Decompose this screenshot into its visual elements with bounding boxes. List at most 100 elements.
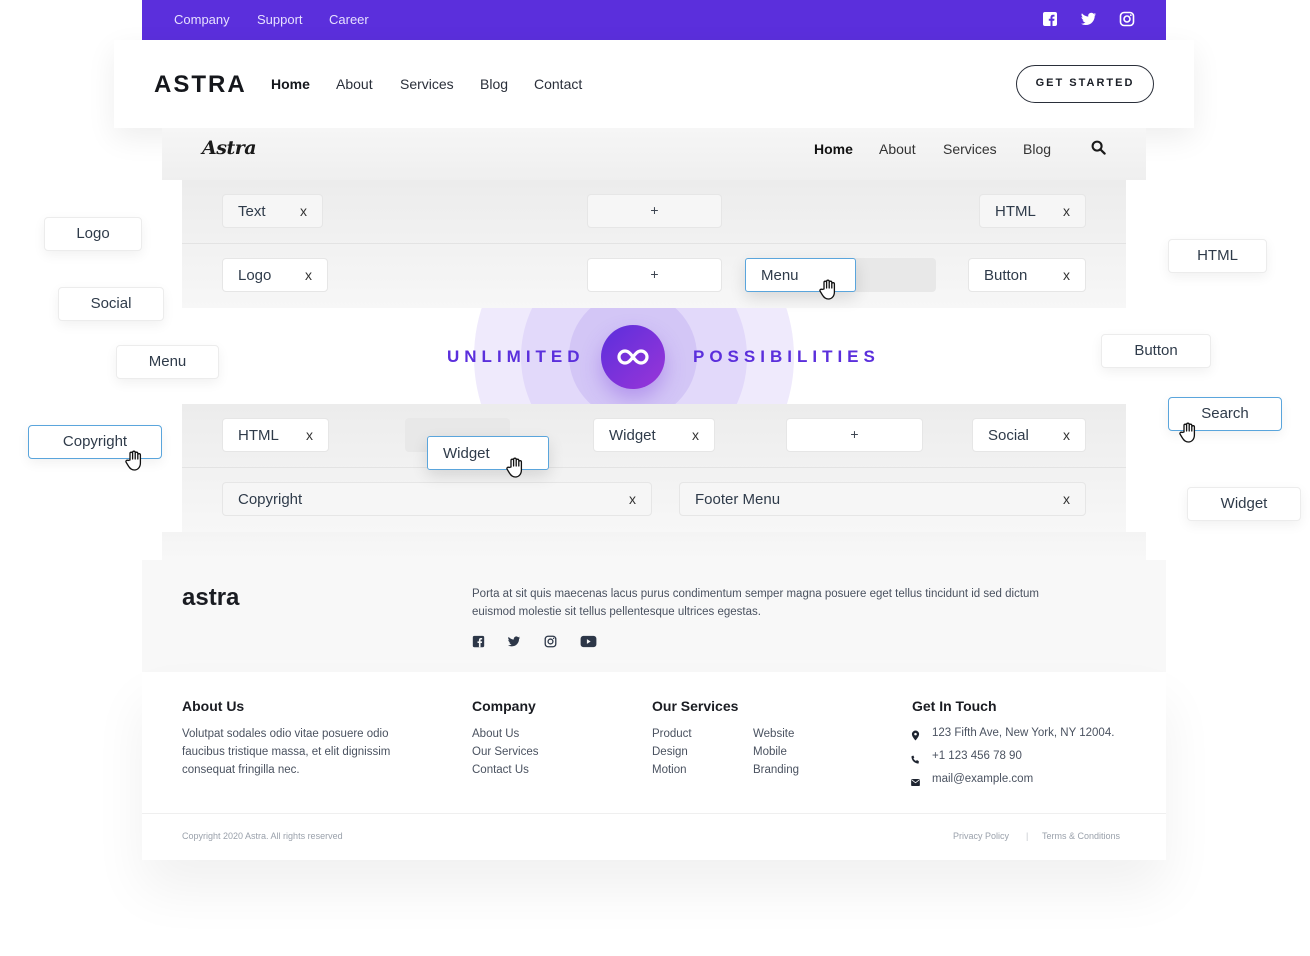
- unlimited-text: UNLIMITED: [447, 347, 585, 366]
- terms-link[interactable]: Terms & Conditions: [1042, 831, 1120, 841]
- about-heading: About Us: [182, 698, 245, 714]
- remove-icon[interactable]: x: [305, 267, 312, 283]
- facebook-icon[interactable]: [472, 635, 486, 649]
- service-link-website[interactable]: Website: [753, 725, 794, 743]
- builder-item-copyright[interactable]: Copyright x: [222, 482, 652, 516]
- row-divider: [182, 243, 1126, 244]
- footer-top: astra Porta at sit quis maecenas lacus p…: [142, 560, 1166, 672]
- add-item-button[interactable]: +: [786, 418, 923, 452]
- remove-icon[interactable]: x: [1063, 427, 1070, 443]
- service-link-product[interactable]: Product: [652, 725, 692, 743]
- facebook-icon[interactable]: [1042, 11, 1058, 27]
- plus-icon: +: [650, 202, 659, 218]
- remove-icon[interactable]: x: [1063, 203, 1070, 219]
- about-text: Volutpat sodales odio vitae posuere odio…: [182, 728, 391, 776]
- get-started-button[interactable]: GET STARTED: [1016, 65, 1154, 103]
- topbar-link-career[interactable]: Career: [329, 12, 369, 27]
- privacy-policy-link[interactable]: Privacy Policy: [953, 831, 1009, 841]
- phone-icon: [911, 751, 921, 764]
- possibilities-text: POSSIBILITIES: [693, 347, 880, 366]
- dragging-item-menu[interactable]: Menu: [745, 258, 856, 292]
- remove-icon[interactable]: x: [306, 427, 313, 443]
- floating-tag-logo[interactable]: Logo: [44, 217, 142, 251]
- service-link-motion[interactable]: Motion: [652, 761, 687, 779]
- header-builder-zone: Text x + HTML x Logo x + Menu Button x: [182, 180, 1126, 308]
- script-logo[interactable]: Astra: [202, 137, 257, 159]
- hand-cursor-icon: [124, 450, 144, 472]
- main-header: ASTRA Home About Services Blog Contact G…: [114, 40, 1194, 128]
- floating-tag-button[interactable]: Button: [1101, 334, 1211, 368]
- nav-services[interactable]: Services: [400, 76, 454, 92]
- remove-icon[interactable]: x: [1063, 267, 1070, 283]
- builder-item-html[interactable]: HTML x: [979, 194, 1086, 228]
- link-separator: |: [1026, 831, 1029, 841]
- footer-link-about-us[interactable]: About Us: [472, 725, 519, 743]
- hand-cursor-icon: [505, 457, 525, 479]
- topbar-link-support[interactable]: Support: [257, 12, 303, 27]
- add-item-button[interactable]: +: [587, 258, 722, 292]
- instagram-icon[interactable]: [544, 635, 558, 649]
- dragging-item-widget[interactable]: Widget: [427, 436, 549, 470]
- contact-address: 123 Fifth Ave, New York, NY 12004.: [932, 727, 1115, 739]
- site-logo[interactable]: ASTRA: [154, 71, 247, 99]
- plus-icon: +: [650, 266, 659, 282]
- remove-icon[interactable]: x: [1063, 491, 1070, 507]
- footer-logo[interactable]: astra: [182, 584, 239, 612]
- nav-about[interactable]: About: [336, 76, 373, 92]
- map-pin-icon: [911, 728, 921, 741]
- envelope-icon: [911, 773, 921, 786]
- footer-main: About Us Volutpat sodales odio vitae pos…: [142, 672, 1166, 860]
- builder-item-widget[interactable]: Widget x: [593, 418, 715, 452]
- search-icon[interactable]: [1091, 140, 1107, 156]
- plus-icon: +: [850, 426, 859, 442]
- twitter-icon[interactable]: [507, 635, 521, 649]
- footer-builder-zone: HTML x Widget x + Social x Copyright x F…: [182, 404, 1126, 532]
- copyright-text: Copyright 2020 Astra. All rights reserve…: [182, 831, 343, 841]
- floating-tag-social[interactable]: Social: [58, 287, 164, 321]
- floating-tag-menu[interactable]: Menu: [116, 345, 219, 379]
- hand-cursor-icon: [818, 279, 838, 301]
- contact-heading: Get In Touch: [912, 698, 997, 714]
- contact-email[interactable]: mail@example.com: [932, 770, 1033, 788]
- remove-icon[interactable]: x: [692, 427, 699, 443]
- footer-description: Porta at sit quis maecenas lacus purus c…: [472, 588, 1039, 618]
- company-heading: Company: [472, 698, 536, 714]
- builder-item-text[interactable]: Text x: [222, 194, 323, 228]
- infinity-badge: [601, 325, 665, 389]
- builder-item-logo[interactable]: Logo x: [222, 258, 328, 292]
- topbar-link-company[interactable]: Company: [174, 12, 230, 27]
- contact-phone: +1 123 456 78 90: [932, 750, 1022, 762]
- add-item-button[interactable]: +: [587, 194, 722, 228]
- footer-link-our-services[interactable]: Our Services: [472, 743, 538, 761]
- footer-link-contact-us[interactable]: Contact Us: [472, 761, 529, 779]
- service-link-design[interactable]: Design: [652, 743, 688, 761]
- nav-blog[interactable]: Blog: [480, 76, 508, 92]
- remove-icon[interactable]: x: [300, 203, 307, 219]
- infinity-icon: [616, 345, 650, 374]
- hand-cursor-icon: [1178, 422, 1198, 444]
- remove-icon[interactable]: x: [629, 491, 636, 507]
- top-bar: Company Support Career: [142, 0, 1166, 40]
- nav2-about[interactable]: About: [879, 141, 916, 157]
- floating-tag-html[interactable]: HTML: [1168, 239, 1267, 273]
- service-link-branding[interactable]: Branding: [753, 761, 799, 779]
- instagram-icon[interactable]: [1119, 11, 1135, 27]
- builder-item-footer-menu[interactable]: Footer Menu x: [679, 482, 1086, 516]
- nav-home[interactable]: Home: [271, 76, 310, 92]
- builder-item-social[interactable]: Social x: [972, 418, 1086, 452]
- secondary-header: Astra Home About Services Blog: [162, 128, 1146, 180]
- youtube-icon[interactable]: [580, 635, 597, 649]
- footer-gap: [162, 532, 1146, 560]
- service-link-mobile[interactable]: Mobile: [753, 743, 787, 761]
- twitter-icon[interactable]: [1080, 11, 1096, 27]
- services-heading: Our Services: [652, 698, 739, 714]
- builder-item-html[interactable]: HTML x: [222, 418, 329, 452]
- nav-contact[interactable]: Contact: [534, 76, 582, 92]
- builder-item-button[interactable]: Button x: [968, 258, 1086, 292]
- row-divider: [182, 467, 1126, 468]
- nav2-home[interactable]: Home: [814, 141, 853, 157]
- nav2-blog[interactable]: Blog: [1023, 141, 1051, 157]
- nav2-services[interactable]: Services: [943, 141, 997, 157]
- floating-tag-widget[interactable]: Widget: [1187, 487, 1301, 521]
- footer-divider: [142, 813, 1166, 814]
